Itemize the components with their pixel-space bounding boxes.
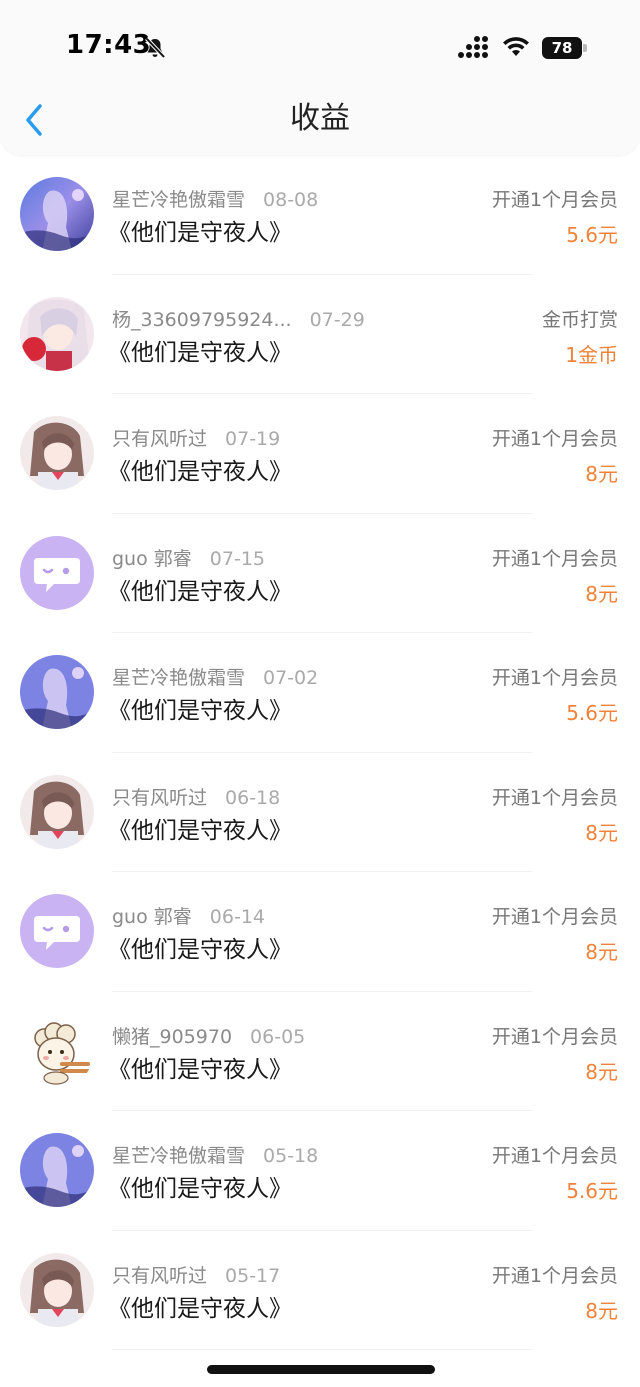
- earning-amount: 8元: [585, 820, 618, 845]
- avatar: [20, 1252, 94, 1327]
- user-name: 星芒冷艳傲霜雪 05-18: [112, 1145, 319, 1167]
- home-indicator: [207, 1365, 435, 1374]
- earning-amount: 8元: [585, 462, 618, 486]
- book-title: 《他们是守夜人》: [108, 459, 292, 485]
- earning-type: 开通1个月会员: [491, 667, 618, 689]
- earnings-list: 星芒冷艳傲霜雪 08-08 《他们是守夜人》 开通1个月会员 5.6元 杨_336…: [0, 155, 640, 1350]
- wifi-icon: [503, 37, 529, 56]
- status-bar: 17:43 78: [0, 0, 640, 96]
- earning-type: 开通1个月会员: [491, 1145, 618, 1167]
- avatar: [20, 535, 94, 610]
- user-name: 只有风听过 07-19: [112, 428, 281, 450]
- earning-amount: 8元: [585, 1059, 618, 1084]
- page-title: 收益: [290, 101, 350, 136]
- earning-type: 开通1个月会员: [491, 1025, 618, 1048]
- date: 08-08: [263, 189, 319, 211]
- avatar: [20, 177, 94, 251]
- battery-indicator: 78: [542, 37, 588, 59]
- list-item[interactable]: 只有风听过 06-18 《他们是守夜人》 开通1个月会员 8元: [0, 753, 640, 873]
- earning-type: 开通1个月会员: [491, 906, 618, 928]
- date: 07-29: [309, 308, 365, 331]
- status-time: 17:43: [66, 30, 152, 60]
- book-title: 《他们是守夜人》: [108, 1295, 292, 1322]
- list-item[interactable]: guo 郭睿 07-15 《他们是守夜人》 开通1个月会员 8元: [0, 514, 640, 634]
- book-title: 《他们是守夜人》: [108, 578, 292, 605]
- user-name: guo 郭睿 07-15: [112, 547, 265, 570]
- earning-amount: 8元: [585, 940, 618, 964]
- earning-amount: 5.6元: [566, 1179, 618, 1203]
- list-item[interactable]: 只有风听过 05-17 《他们是守夜人》 开通1个月会员 8元: [0, 1231, 640, 1351]
- avatar: [20, 416, 94, 490]
- earning-amount: 8元: [585, 1298, 618, 1323]
- earning-type: 金币打赏: [541, 308, 618, 331]
- bell-slash-icon: [145, 37, 166, 59]
- earning-amount: 5.6元: [566, 223, 618, 247]
- earning-type: 开通1个月会员: [491, 189, 618, 211]
- date: 07-19: [225, 428, 281, 450]
- list-item[interactable]: 只有风听过 07-19 《他们是守夜人》 开通1个月会员 8元: [0, 394, 640, 514]
- list-item[interactable]: 星芒冷艳傲霜雪 05-18 《他们是守夜人》 开通1个月会员 5.6元: [0, 1111, 640, 1231]
- book-title: 《他们是守夜人》: [108, 339, 292, 366]
- list-item[interactable]: guo 郭睿 06-14 《他们是守夜人》 开通1个月会员 8元: [0, 872, 640, 992]
- earning-amount: 1金币: [565, 342, 618, 367]
- date: 07-15: [209, 547, 265, 570]
- earning-type: 开通1个月会员: [491, 1264, 618, 1287]
- date: 06-18: [225, 786, 281, 809]
- earning-amount: 5.6元: [566, 701, 618, 725]
- user-name: 星芒冷艳傲霜雪 08-08: [112, 189, 319, 211]
- book-title: 《他们是守夜人》: [108, 817, 292, 844]
- user-name: 只有风听过 06-18: [112, 786, 281, 809]
- nav-bar: 收益: [0, 96, 640, 146]
- date: 06-14: [209, 906, 265, 928]
- user-name: guo 郭睿 06-14: [112, 906, 265, 928]
- user-name: 懒猪_905970 06-05: [112, 1025, 306, 1048]
- avatar: [20, 894, 94, 968]
- avatar: [20, 1013, 94, 1088]
- list-item[interactable]: 杨_33609795924... 07-29 《他们是守夜人》 金币打赏 1金币: [0, 275, 640, 395]
- user-name: 星芒冷艳傲霜雪 07-02: [112, 667, 319, 689]
- earning-amount: 8元: [585, 581, 618, 606]
- book-title: 《他们是守夜人》: [108, 1056, 292, 1083]
- book-title: 《他们是守夜人》: [108, 220, 292, 246]
- user-name: 只有风听过 05-17: [112, 1264, 281, 1287]
- header: 17:43 78 收益: [0, 0, 640, 155]
- book-title: 《他们是守夜人》: [108, 937, 292, 963]
- earning-type: 开通1个月会员: [491, 428, 618, 450]
- signal-icon: [458, 36, 488, 58]
- earning-type: 开通1个月会员: [491, 786, 618, 809]
- date: 07-02: [263, 667, 319, 689]
- date: 06-05: [250, 1025, 306, 1048]
- avatar: [20, 296, 94, 371]
- date: 05-17: [225, 1264, 281, 1287]
- date: 05-18: [263, 1145, 319, 1167]
- list-item[interactable]: 星芒冷艳傲霜雪 07-02 《他们是守夜人》 开通1个月会员 5.6元: [0, 633, 640, 753]
- earning-type: 开通1个月会员: [491, 547, 618, 570]
- book-title: 《他们是守夜人》: [108, 698, 292, 724]
- avatar: [20, 655, 94, 729]
- battery-level: 78: [551, 39, 573, 57]
- avatar: [20, 774, 94, 849]
- avatar: [20, 1133, 94, 1207]
- list-item[interactable]: 星芒冷艳傲霜雪 08-08 《他们是守夜人》 开通1个月会员 5.6元: [0, 155, 640, 275]
- book-title: 《他们是守夜人》: [108, 1176, 292, 1202]
- list-item[interactable]: 懒猪_905970 06-05 《他们是守夜人》 开通1个月会员 8元: [0, 992, 640, 1112]
- user-name: 杨_33609795924... 07-29: [112, 308, 365, 331]
